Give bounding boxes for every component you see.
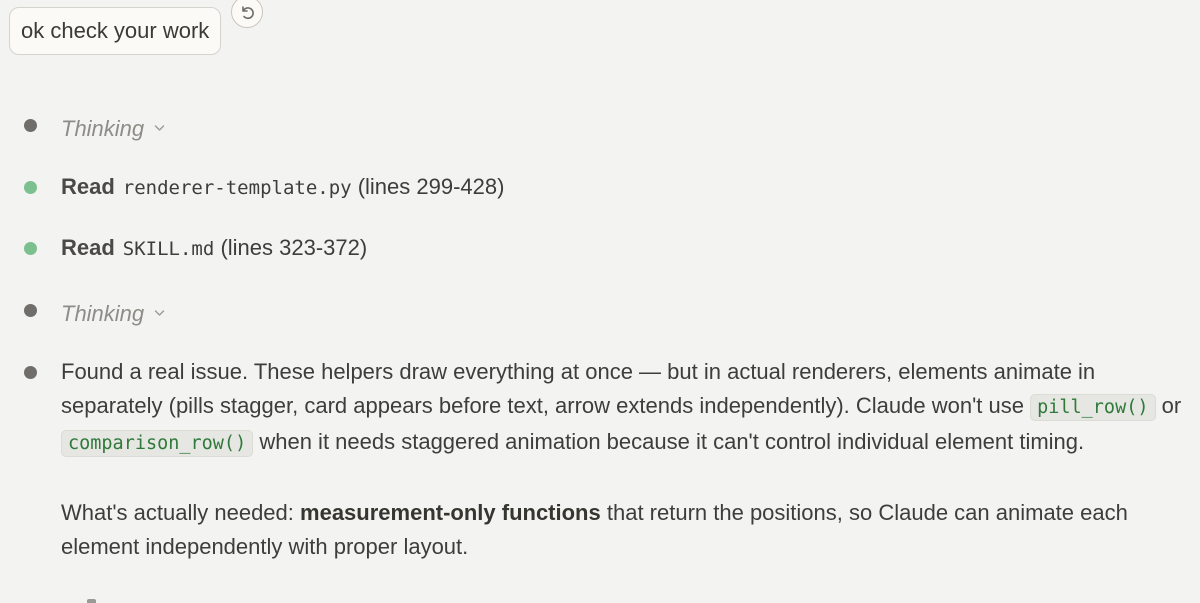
read-label: Read	[61, 174, 115, 199]
inline-code: pill_row()	[1030, 394, 1156, 421]
file-name[interactable]: SKILL.md	[123, 238, 215, 260]
success-dot	[24, 181, 37, 194]
line-range: (lines 299-428)	[357, 174, 505, 199]
bold-text: measurement-only functions	[300, 500, 601, 525]
status-dot	[24, 119, 37, 132]
response-paragraph-1: Found a real issue. These helpers draw e…	[61, 355, 1191, 461]
inline-code: comparison_row()	[61, 430, 254, 457]
chevron-down-icon[interactable]	[154, 293, 165, 327]
chevron-down-icon[interactable]	[154, 108, 165, 142]
user-message-text: ok check your work	[21, 18, 210, 43]
thinking-label[interactable]: Thinking	[61, 108, 165, 146]
undo-button[interactable]	[231, 0, 263, 28]
undo-arrow-icon	[242, 6, 254, 20]
status-dot	[24, 366, 37, 379]
cutoff-glyph	[87, 599, 96, 603]
success-dot	[24, 242, 37, 255]
status-dot	[24, 304, 37, 317]
thinking-label[interactable]: Thinking	[61, 293, 165, 331]
read-line: Read renderer-template.py (lines 299-428)	[61, 170, 504, 205]
file-name[interactable]: renderer-template.py	[123, 177, 352, 199]
response-paragraph-2: What's actually needed: measurement-only…	[61, 500, 1128, 559]
read-label: Read	[61, 235, 115, 260]
line-range: (lines 323-372)	[220, 235, 368, 260]
user-message-bubble: ok check your work	[9, 0, 263, 55]
read-line: Read SKILL.md (lines 323-372)	[61, 231, 367, 266]
